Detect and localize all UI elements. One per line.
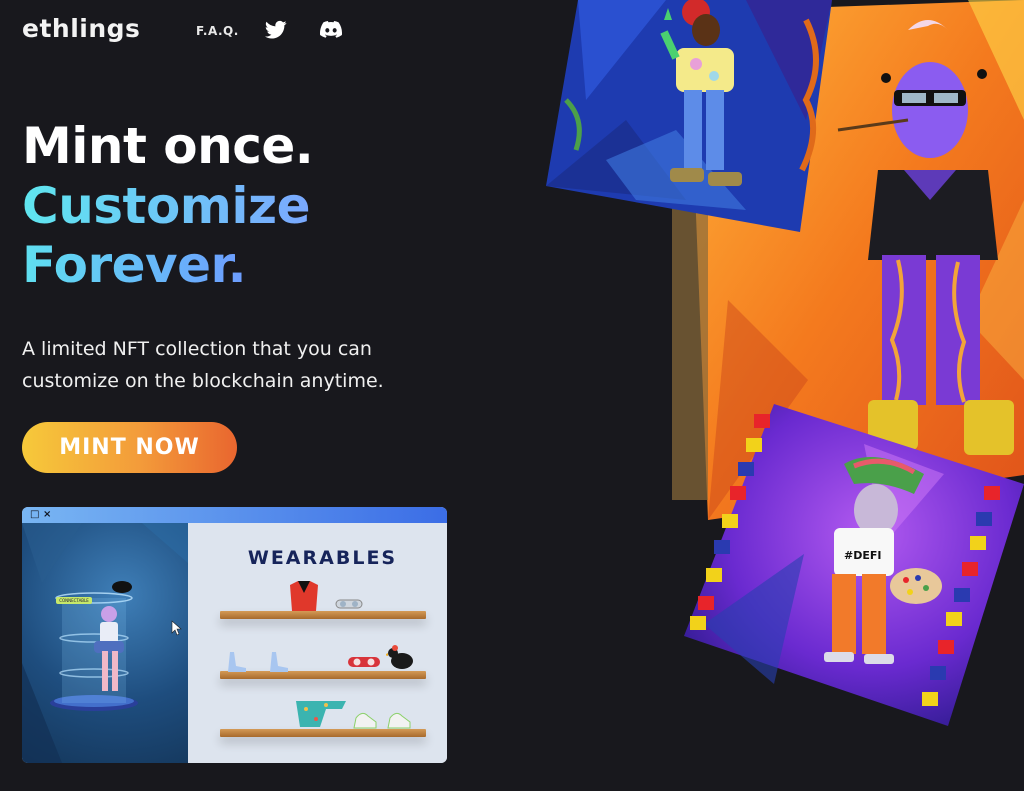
wearables-shelf-1 — [220, 611, 426, 619]
window-title-bar — [22, 507, 447, 523]
wearables-preview-window: □ × CONNECTABLE WEARABLES — [22, 507, 447, 763]
ethling-card-purple: #DEFI — [684, 404, 1024, 726]
wearable-patterned-pants[interactable] — [292, 699, 350, 729]
wearable-pet-bird[interactable] — [386, 645, 416, 671]
discord-icon[interactable] — [320, 20, 342, 40]
wearable-boots[interactable] — [220, 650, 290, 672]
avatar-stage: CONNECTABLE — [22, 523, 188, 763]
wearable-red-glasses[interactable] — [347, 653, 381, 671]
twitter-icon[interactable] — [265, 20, 287, 40]
wearable-red-shirt[interactable] — [284, 581, 324, 611]
wearables-shelf-3 — [220, 729, 426, 737]
brand-logo[interactable]: ethlings — [22, 14, 140, 43]
hero-heading-line1: Mint once. — [22, 117, 314, 175]
nav-faq-link[interactable]: F.A.Q. — [196, 24, 239, 38]
window-close-icon[interactable]: × — [43, 509, 51, 520]
connectable-badge: CONNECTABLE — [56, 597, 92, 604]
card-shirt-label: #DEFI — [844, 549, 881, 562]
hero-heading-line3: Forever. — [22, 236, 247, 294]
wearable-goggles[interactable] — [334, 597, 364, 611]
avatar-hologram-illustration — [22, 523, 188, 763]
hero-subtitle: A limited NFT collection that you can cu… — [22, 338, 384, 392]
mint-now-button[interactable]: MINT NOW — [22, 422, 237, 473]
wearables-title: WEARABLES — [247, 547, 398, 569]
wearables-shelf-2 — [220, 671, 426, 679]
window-maximize-icon[interactable]: □ — [30, 509, 39, 520]
wearable-sneakers[interactable] — [352, 710, 416, 730]
ethling-card-blue — [546, 0, 832, 232]
hero-heading-line2: Customize — [22, 177, 311, 235]
